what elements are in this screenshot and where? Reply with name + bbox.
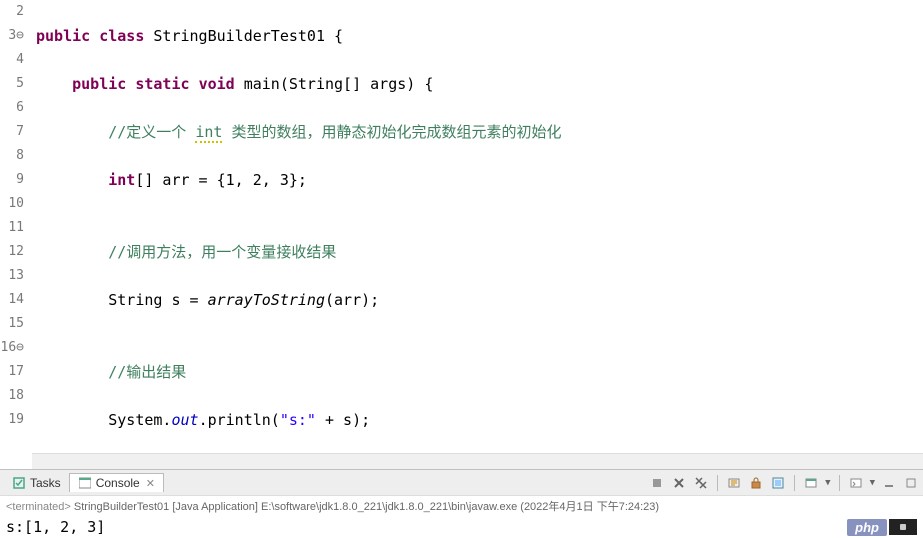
close-icon[interactable]: ✕	[146, 477, 155, 490]
line-number: 12	[0, 240, 24, 264]
line-number-gutter: 2 3⊖ 4 5 6 7 8 9 10 11 12 13 14 15 16⊖ 1…	[0, 0, 32, 453]
tasks-icon	[12, 476, 26, 490]
bottom-panel: Tasks Console ✕ ▼ ▼ <terminated> StringB…	[0, 469, 923, 538]
console-icon	[78, 476, 92, 490]
tabs-row: Tasks Console ✕ ▼ ▼	[0, 470, 923, 495]
display-selected-button[interactable]	[803, 475, 819, 491]
separator	[839, 475, 840, 491]
code-line: System.out.println("s:" + s);	[36, 408, 923, 432]
line-number: 17	[0, 360, 24, 384]
fold-marker-icon[interactable]: ⊖	[16, 28, 24, 43]
console-toolbar: ▼ ▼	[649, 475, 919, 491]
pin-console-button[interactable]	[770, 475, 786, 491]
line-number: 2	[0, 0, 24, 24]
line-number: 7	[0, 120, 24, 144]
line-number: 15	[0, 312, 24, 336]
watermark-badge	[889, 519, 917, 535]
launch-config-label: StringBuilderTest01 [Java Application] E…	[71, 501, 659, 513]
remove-launch-button[interactable]	[671, 475, 687, 491]
remove-all-button[interactable]	[693, 475, 709, 491]
code-line: //调用方法，用一个变量接收结果	[36, 240, 923, 264]
dropdown-icon[interactable]: ▼	[825, 478, 830, 488]
console-output[interactable]: s:[1, 2, 3] php	[0, 516, 923, 538]
code-line: //输出结果	[36, 360, 923, 384]
code-content[interactable]: public class StringBuilderTest01 { publi…	[32, 0, 923, 453]
tab-label: Tasks	[30, 476, 61, 490]
php-badge: php	[847, 519, 887, 536]
minimize-button[interactable]	[881, 475, 897, 491]
code-line: String s = arrayToString(arr);	[36, 288, 923, 312]
maximize-button[interactable]	[903, 475, 919, 491]
code-editor[interactable]: 2 3⊖ 4 5 6 7 8 9 10 11 12 13 14 15 16⊖ 1…	[0, 0, 923, 453]
code-line: int[] arr = {1, 2, 3};	[36, 168, 923, 192]
line-number: 3⊖	[0, 24, 24, 48]
code-line: public class StringBuilderTest01 {	[36, 24, 923, 48]
tab-label: Console	[96, 476, 140, 490]
dropdown-icon[interactable]: ▼	[870, 478, 875, 488]
line-number: 8	[0, 144, 24, 168]
line-number: 10	[0, 192, 24, 216]
line-number: 18	[0, 384, 24, 408]
code-line: //定义一个 int 类型的数组，用静态初始化完成数组元素的初始化	[36, 120, 923, 144]
scroll-lock-button[interactable]	[748, 475, 764, 491]
horizontal-scrollbar[interactable]	[32, 453, 923, 469]
clear-console-button[interactable]	[726, 475, 742, 491]
code-line: public static void main(String[] args) {	[36, 72, 923, 96]
separator	[717, 475, 718, 491]
line-number: 16⊖	[0, 336, 24, 360]
console-output-text: s:[1, 2, 3]	[6, 518, 847, 536]
fold-marker-icon[interactable]: ⊖	[16, 340, 24, 355]
terminate-button[interactable]	[649, 475, 665, 491]
terminated-label: <terminated>	[6, 501, 71, 513]
console-status-line: <terminated> StringBuilderTest01 [Java A…	[0, 495, 923, 516]
line-number: 13	[0, 264, 24, 288]
separator	[794, 475, 795, 491]
line-number: 6	[0, 96, 24, 120]
line-number: 11	[0, 216, 24, 240]
line-number: 9	[0, 168, 24, 192]
line-number: 14	[0, 288, 24, 312]
line-number: 5	[0, 72, 24, 96]
line-number: 19	[0, 408, 24, 432]
tab-tasks[interactable]: Tasks	[4, 474, 69, 492]
open-console-button[interactable]	[848, 475, 864, 491]
line-number: 4	[0, 48, 24, 72]
tab-console[interactable]: Console ✕	[69, 473, 164, 492]
